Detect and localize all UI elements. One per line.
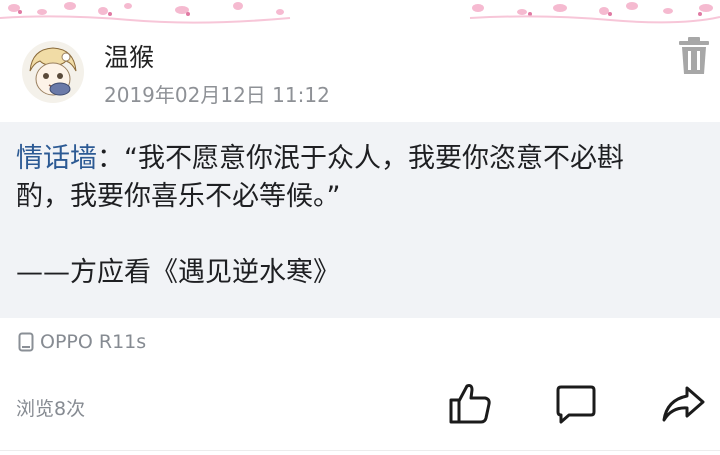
post-header: 温猴 2019年02月12日 11:12 [0, 26, 720, 122]
post-timestamp: 2019年02月12日 11:12 [104, 83, 330, 107]
post-text-1: ：“我不愿意你泯于众人，我要你恣意不必斟 [97, 143, 624, 174]
avatar[interactable] [22, 41, 84, 103]
device-label: OPPO R11s [40, 331, 147, 353]
post-body: 情话墙：“我不愿意你泯于众人，我要你恣意不必斟 酌，我要你喜乐不必等候。” ——… [16, 140, 706, 292]
share-arrow-icon [662, 386, 705, 422]
comment-button[interactable] [553, 382, 599, 428]
share-button[interactable] [660, 382, 706, 428]
anime-avatar-icon [23, 42, 83, 102]
post-line-3: ——方应看《遇见逆水寒》 [16, 257, 340, 288]
delete-button[interactable] [676, 36, 712, 76]
thumbs-up-icon [449, 384, 491, 424]
comment-icon [556, 385, 596, 424]
post-line-2: 酌，我要你喜乐不必等候。” [16, 181, 341, 212]
username[interactable]: 温猴 [104, 38, 154, 74]
view-count: 浏览8次 [16, 398, 86, 420]
post-content: 情话墙：“我不愿意你泯于众人，我要你恣意不必斟 酌，我要你喜乐不必等候。” ——… [0, 122, 720, 318]
device-info: OPPO R11s [18, 330, 146, 354]
topic-tag-link[interactable]: 情话墙 [16, 143, 97, 174]
phone-icon [18, 332, 34, 352]
sakura-banner [0, 2, 720, 24]
trash-icon [679, 37, 709, 74]
like-button[interactable] [447, 380, 493, 426]
post-line-1: 情话墙：“我不愿意你泯于众人，我要你恣意不必斟 [16, 140, 706, 178]
divider [0, 450, 720, 451]
